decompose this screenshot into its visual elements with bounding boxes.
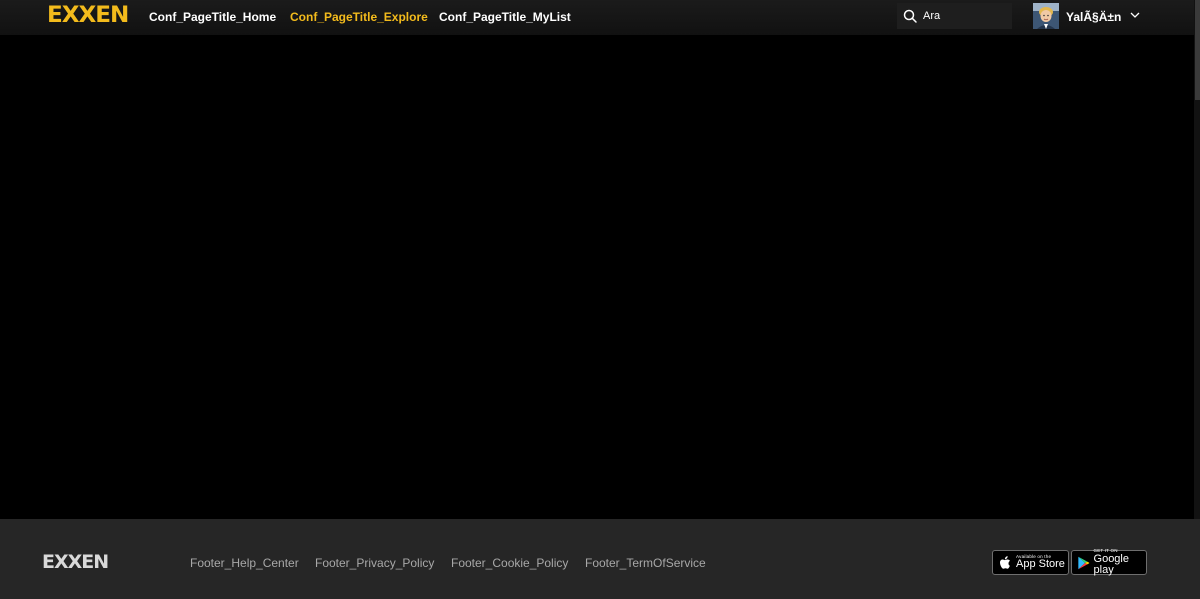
exxen-logo[interactable]: EXXEN [47,5,129,27]
top-navbar: EXXEN Conf_PageTitle_Home Conf_PageTitle… [0,0,1194,35]
nav-explore[interactable]: Conf_PageTitle_Explore [290,10,428,24]
chevron-down-icon[interactable] [1129,9,1141,21]
footer-link-privacy-policy[interactable]: Footer_Privacy_Policy [315,556,434,570]
footer-link-help-center[interactable]: Footer_Help_Center [190,556,299,570]
page: EXXEN Conf_PageTitle_Home Conf_PageTitle… [0,0,1200,599]
search-box[interactable] [897,3,1012,29]
search-icon[interactable] [902,8,918,24]
username[interactable]: YalÃ§Ä±n [1066,10,1121,24]
nav-mylist[interactable]: Conf_PageTitle_MyList [439,10,571,24]
footer: EXXEN Footer_Help_Center Footer_Privacy_… [0,519,1200,599]
footer-logo[interactable]: EXXEN [42,552,109,572]
google-play-badge[interactable]: GET IT ON Google play [1071,549,1147,576]
footer-link-terms-of-service[interactable]: Footer_TermOfService [585,556,706,570]
nav-home[interactable]: Conf_PageTitle_Home [149,10,276,24]
main-content [0,35,1194,519]
google-play-big-text: Google play [1093,552,1129,576]
app-store-badge[interactable]: Available on the App Store [992,550,1069,575]
avatar[interactable] [1033,3,1059,29]
apple-icon [1000,555,1010,569]
scrollbar-thumb[interactable] [1195,0,1200,100]
google-play-icon [1078,556,1090,569]
search-input[interactable] [921,9,1005,23]
footer-link-cookie-policy[interactable]: Footer_Cookie_Policy [451,556,568,570]
app-store-big-text: App Store [1016,558,1065,571]
